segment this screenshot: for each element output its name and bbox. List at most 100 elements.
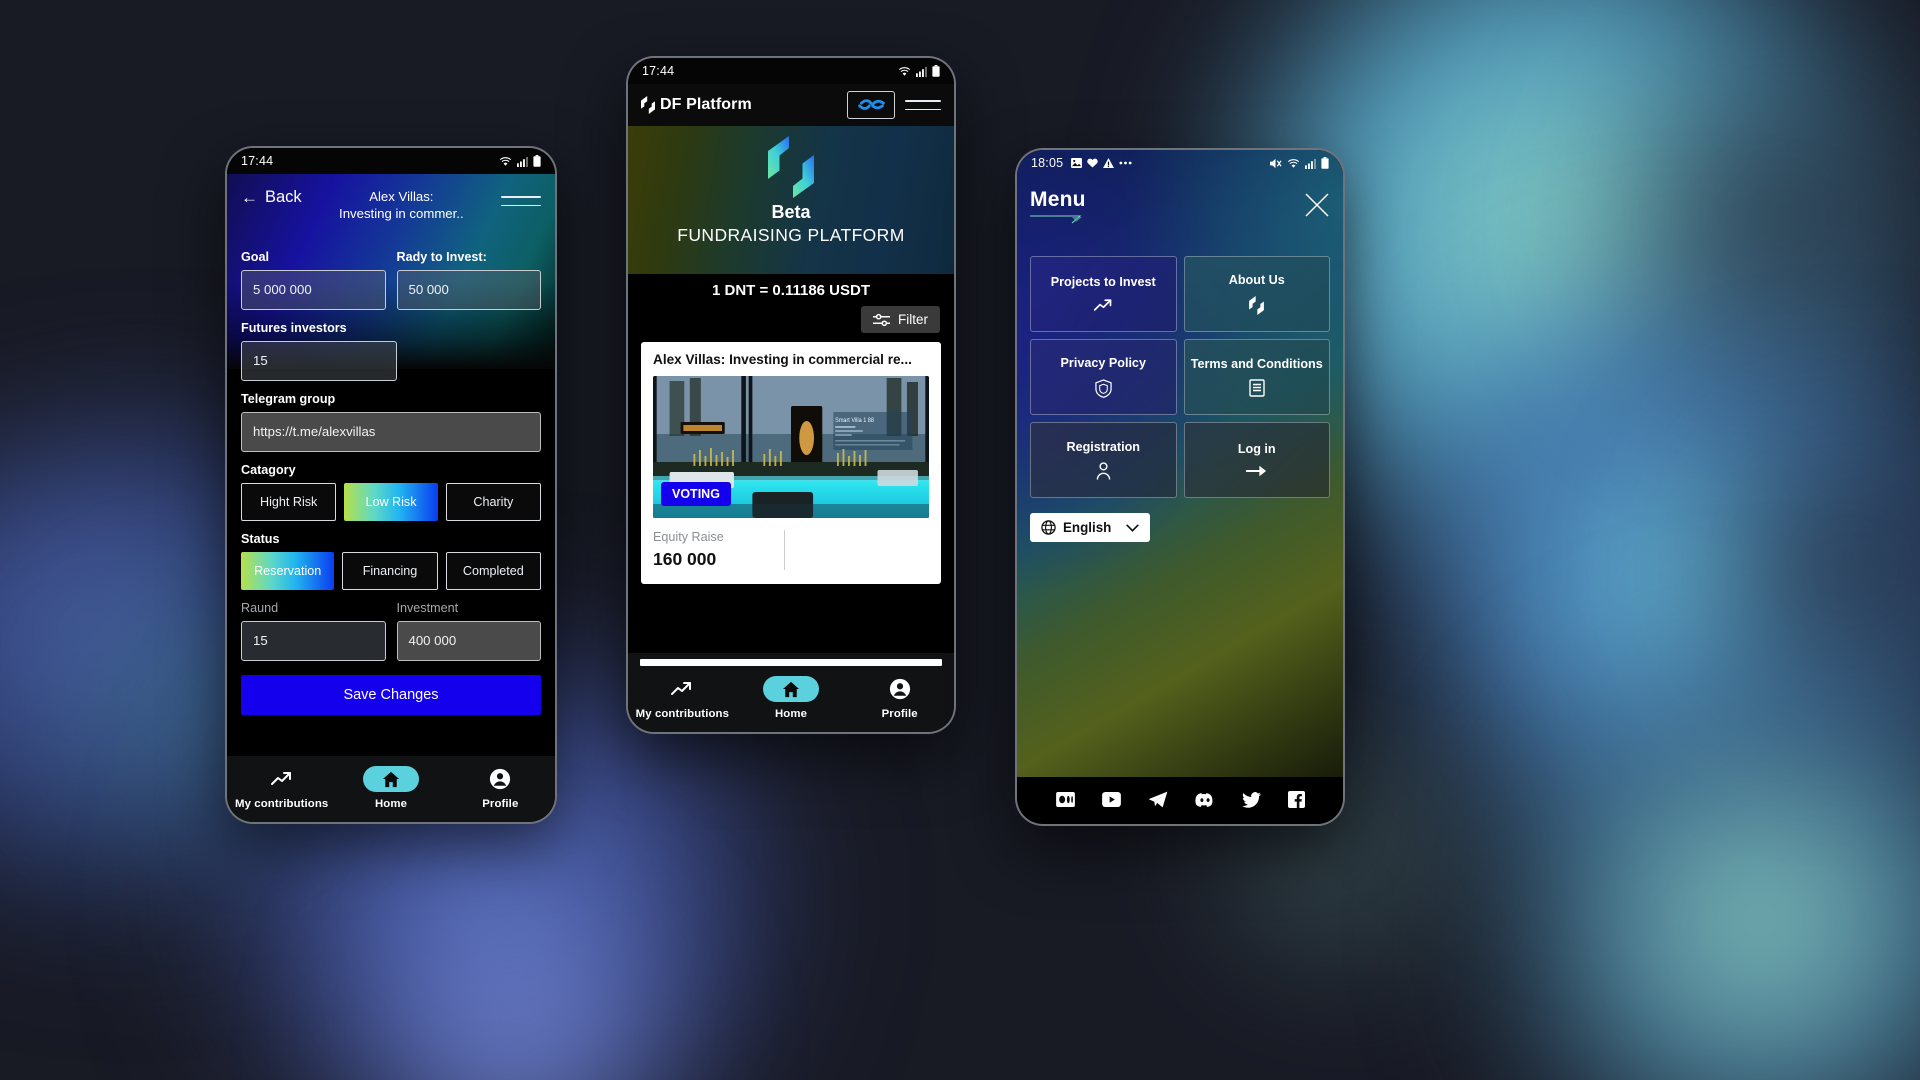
status-bar-time: 17:44 (642, 64, 675, 78)
hamburger-menu-icon[interactable] (501, 196, 541, 206)
tab-label: My contributions (635, 708, 730, 720)
project-header: ← Back Alex Villas: Investing in commer.… (227, 174, 555, 369)
hero-beta-label: Beta (771, 202, 811, 222)
tab-home[interactable]: Home (737, 676, 846, 720)
category-option-charity[interactable]: Charity (445, 482, 541, 521)
menu-tile-registration[interactable]: Registration (1030, 422, 1177, 498)
ready-to-invest-input[interactable]: 50 000 (396, 269, 541, 310)
person-icon (1096, 462, 1111, 480)
battery-icon (533, 155, 541, 167)
menu-tile-about-us[interactable]: About Us (1183, 256, 1330, 332)
raund-input[interactable]: 15 (241, 620, 386, 661)
filter-sliders-icon (873, 313, 890, 327)
menu-tile-log-in[interactable]: Log in (1183, 422, 1330, 498)
raund-investment-row: Raund 15 Investment 400 000 (241, 590, 541, 661)
futures-investors-input[interactable]: 15 (241, 340, 397, 381)
futures-investors-label: Futures investors (241, 320, 347, 335)
app-header: DF Platform (628, 84, 954, 126)
page-title: Alex Villas: Investing in commer.. (302, 189, 501, 223)
menu-underline-decoration (1030, 215, 1085, 224)
back-button[interactable]: ← Back (241, 188, 302, 207)
phone-mockup-home: 17:44 DF Platform Beta FUNDRAISING PLATF… (626, 56, 956, 734)
facebook-icon[interactable] (1287, 791, 1305, 808)
status-option-reservation[interactable]: Reservation (241, 551, 335, 590)
close-icon[interactable] (1304, 192, 1330, 218)
category-option-low-risk[interactable]: Low Risk (344, 482, 438, 521)
arrow-right-icon (1246, 464, 1267, 478)
medium-icon[interactable] (1055, 792, 1075, 807)
menu-panel: Menu Projects to Invest About Us Privacy… (1017, 176, 1343, 777)
project-card[interactable]: Alex Villas: Investing in commercial re.… (641, 342, 941, 584)
bottom-tab-bar: My contributions Home Profile (628, 666, 954, 732)
save-changes-button[interactable]: Save Changes (241, 674, 541, 715)
signal-icon (1305, 158, 1316, 169)
menu-tile-label: About Us (1228, 273, 1285, 288)
photo-icon (1071, 158, 1083, 168)
raund-label: Raund (241, 600, 279, 615)
brand: DF Platform (641, 96, 837, 114)
voting-badge: VOTING (661, 482, 731, 506)
tab-profile[interactable]: Profile (446, 766, 555, 810)
tab-label: Home (374, 798, 408, 810)
signal-icon (916, 66, 927, 77)
menu-header: Menu (1030, 176, 1330, 224)
warning-icon (1103, 158, 1115, 168)
status-label: Status (241, 531, 280, 546)
telegram-group-input[interactable]: https://t.me/alexvillas (241, 411, 541, 452)
walletconnect-icon (857, 97, 885, 113)
goal-input[interactable]: 5 000 000 (241, 269, 386, 310)
page-title-line2: Investing in commer.. (339, 205, 464, 221)
category-label: Catagory (241, 462, 296, 477)
mute-icon (1269, 158, 1282, 169)
category-segmented-control: Hight Risk Low Risk Charity (241, 482, 541, 521)
tab-my-contributions[interactable]: My contributions (227, 766, 336, 810)
battery-icon (1321, 157, 1329, 169)
tab-label: Profile (881, 708, 918, 720)
status-segmented-control: Reservation Financing Completed (241, 551, 541, 590)
ready-to-invest-label: Rady to Invest: (396, 249, 487, 264)
menu-tile-label: Projects to Invest (1050, 275, 1156, 290)
menu-tile-label: Privacy Policy (1060, 356, 1146, 371)
discord-icon[interactable] (1194, 792, 1215, 807)
language-selector[interactable]: English (1030, 513, 1151, 542)
status-option-completed[interactable]: Completed (445, 551, 541, 590)
social-links (1017, 777, 1343, 824)
df-logo-icon (1249, 295, 1265, 315)
youtube-icon[interactable] (1101, 792, 1121, 807)
twitter-icon[interactable] (1241, 791, 1261, 808)
telegram-group-label: Telegram group (241, 391, 336, 406)
menu-tile-terms-and-conditions[interactable]: Terms and Conditions (1183, 339, 1330, 415)
shield-icon (1095, 379, 1112, 398)
tab-home[interactable]: Home (336, 766, 445, 810)
status-bar: 18:05 (1017, 150, 1343, 176)
menu-tile-projects-to-invest[interactable]: Projects to Invest (1030, 256, 1177, 332)
signal-icon (517, 156, 528, 167)
wallet-connect-button[interactable] (847, 91, 895, 119)
category-option-high-risk[interactable]: Hight Risk (241, 482, 337, 521)
tab-label: My contributions (234, 798, 329, 810)
filter-label: Filter (898, 312, 928, 327)
filter-button[interactable]: Filter (861, 306, 940, 333)
more-icon (1119, 161, 1132, 165)
project-card-image: Smart Villa 1 88 VOTING (653, 376, 929, 518)
heart-icon (1087, 158, 1098, 168)
tab-my-contributions[interactable]: My contributions (628, 676, 737, 720)
status-option-financing[interactable]: Financing (342, 551, 438, 590)
account-circle-icon (889, 676, 911, 702)
menu-tile-grid: Projects to Invest About Us Privacy Poli… (1030, 256, 1330, 498)
goal-ready-row: Goal 5 000 000 Rady to Invest: 50 000 (241, 239, 541, 310)
phone-mockup-project-edit: 17:44 ← Back Alex Villas: Investing in c… (225, 146, 557, 824)
trending-up-icon (670, 676, 694, 702)
back-label: Back (265, 188, 302, 206)
stat-value: 160 000 (653, 549, 717, 569)
chevron-down-icon (1126, 523, 1140, 532)
language-label: English (1063, 520, 1112, 535)
telegram-icon[interactable] (1148, 791, 1168, 808)
wifi-icon (499, 156, 512, 167)
investment-input[interactable]: 400 000 (396, 620, 541, 661)
tab-profile[interactable]: Profile (845, 676, 954, 720)
menu-tile-privacy-policy[interactable]: Privacy Policy (1030, 339, 1177, 415)
hamburger-menu-icon[interactable] (905, 99, 941, 111)
stat-label: Equity Raise (653, 530, 724, 544)
tab-label: Profile (482, 798, 519, 810)
